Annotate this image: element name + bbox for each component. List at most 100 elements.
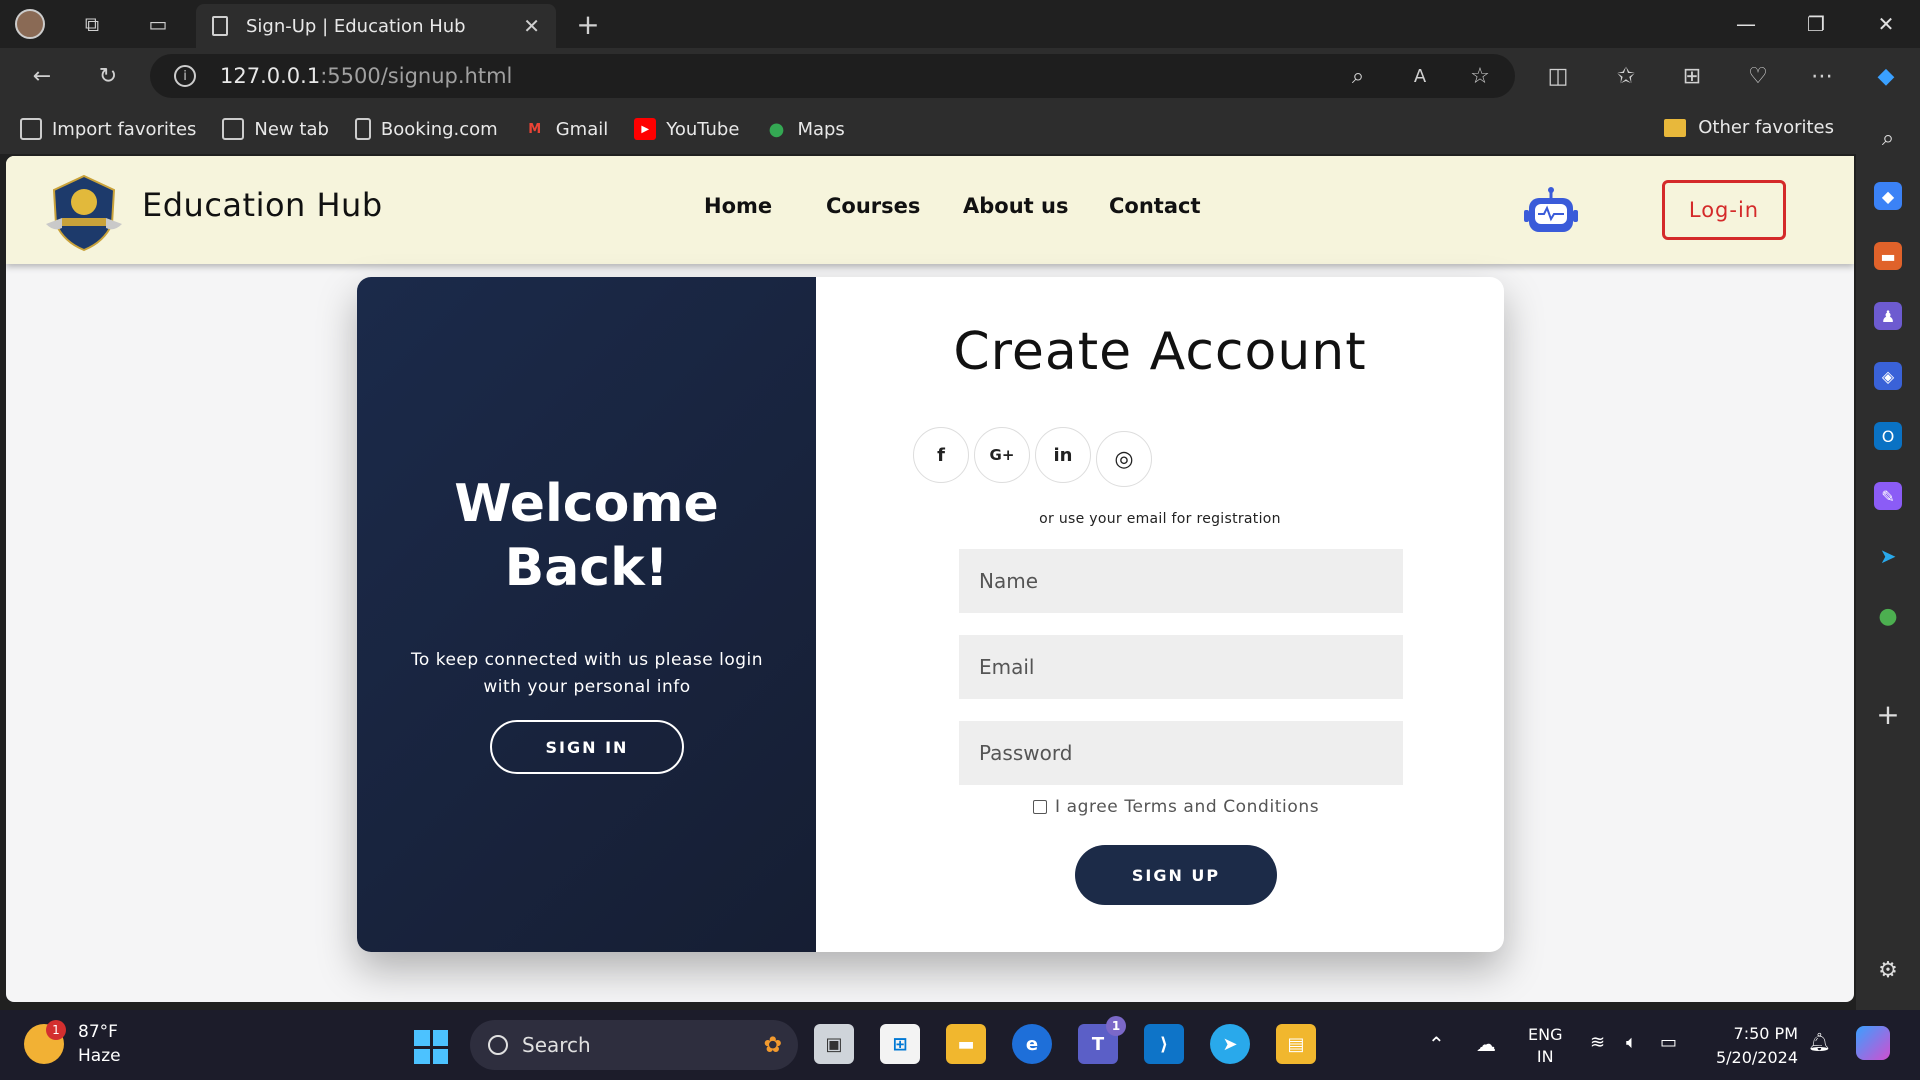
fav-booking[interactable]: Booking.com [354, 118, 498, 140]
sign-in-button[interactable]: SIGN IN [490, 720, 684, 774]
search-icon[interactable]: ⌕ [1874, 124, 1902, 152]
google-plus-icon[interactable]: G+ [974, 427, 1030, 483]
terms-checkbox[interactable] [1033, 800, 1047, 814]
notifications-icon[interactable]: 🔔︎ [1808, 1032, 1831, 1053]
url-host: 127.0.0.1 [220, 64, 321, 88]
store-icon[interactable]: ⊞ [880, 1024, 920, 1064]
tab-actions-icon[interactable]: ▭ [142, 8, 174, 40]
instagram-icon[interactable]: ◎ [1096, 431, 1152, 487]
weather-widget[interactable]: 1 87°F Haze [24, 1020, 121, 1068]
fav-label: YouTube [666, 118, 740, 140]
back-icon[interactable]: ← [26, 60, 58, 92]
name-field[interactable]: Name [959, 549, 1403, 613]
taskbar-search[interactable]: Search ✿ [470, 1020, 798, 1070]
zoom-icon[interactable]: ⌕ [1342, 60, 1374, 92]
onedrive-icon[interactable]: ☁ [1476, 1032, 1496, 1056]
read-aloud-icon[interactable]: A [1404, 60, 1436, 92]
restore-icon[interactable]: ❐ [1796, 8, 1836, 40]
chatbot-icon[interactable] [1524, 186, 1578, 236]
windows-taskbar: 1 87°F Haze Search ✿ ▣ ⊞ ▬ e T 1 ⟩ ➤ ▤ ⌃… [0, 1010, 1920, 1080]
refresh-icon[interactable]: ↻ [92, 60, 124, 92]
fav-gmail[interactable]: M Gmail [524, 118, 608, 140]
facebook-icon[interactable]: f [913, 427, 969, 483]
login-button[interactable]: Log-in [1662, 180, 1786, 240]
copilot-sidebar-icon[interactable]: ◈ [1874, 362, 1902, 390]
workspaces-icon[interactable]: ⧉ [76, 8, 108, 40]
games-icon[interactable]: ♟ [1874, 302, 1902, 330]
add-icon[interactable]: + [1874, 698, 1902, 731]
nav-home[interactable]: Home [704, 194, 772, 218]
nav-contact[interactable]: Contact [1109, 194, 1201, 218]
fav-label: Import favorites [52, 118, 197, 140]
edge-icon[interactable]: e [1012, 1024, 1052, 1064]
tab-active[interactable]: Sign-Up | Education Hub ✕ [196, 4, 556, 48]
nav-courses[interactable]: Courses [826, 194, 920, 218]
signup-card: Welcome Back! To keep connected with us … [357, 277, 1504, 952]
file-explorer-icon[interactable]: ▬ [946, 1024, 986, 1064]
new-tab-icon [222, 118, 245, 140]
taskbar-search-label: Search [522, 1033, 591, 1057]
registration-hint: or use your email for registration [1039, 511, 1281, 527]
gmail-icon: M [528, 121, 542, 137]
telegram-icon[interactable]: ➤ [1210, 1024, 1250, 1064]
fav-import[interactable]: Import favorites [20, 118, 196, 140]
clock-date: 5/20/2024 [1715, 1048, 1798, 1067]
tree-icon[interactable]: ● [1874, 602, 1902, 630]
education-hub-logo [46, 174, 122, 252]
outlook-icon[interactable]: O [1874, 422, 1902, 450]
weather-desc: Haze [78, 1046, 121, 1066]
more-icon[interactable]: ⋯ [1806, 60, 1838, 92]
browser-toolbar: ← ↻ i 127.0.0.1:5500/signup.html ⌕ A ☆ ◫… [0, 48, 1920, 104]
shopping-icon[interactable]: ◆ [1874, 182, 1902, 210]
task-view-icon[interactable]: ▣ [814, 1024, 854, 1064]
clock[interactable]: 7:50 PM 5/20/2024 [1712, 1022, 1798, 1070]
volume-icon[interactable]: 🔈︎ [1626, 1032, 1637, 1053]
vscode-icon[interactable]: ⟩ [1144, 1024, 1184, 1064]
email-field[interactable]: Email [959, 635, 1403, 699]
file-manager-icon[interactable]: ▤ [1276, 1024, 1316, 1064]
import-icon [20, 118, 42, 140]
new-tab-icon[interactable]: + [572, 8, 604, 41]
settings-icon[interactable]: ⚙ [1874, 956, 1902, 984]
url-path: :5500/signup.html [320, 64, 513, 88]
close-tab-icon[interactable]: ✕ [523, 14, 540, 38]
collections-icon[interactable]: ⊞ [1676, 60, 1708, 92]
fav-youtube[interactable]: ▶ YouTube [634, 118, 739, 140]
site-info-icon[interactable]: i [174, 65, 196, 87]
telegram-icon[interactable]: ➤ [1874, 542, 1902, 570]
start-button[interactable] [414, 1030, 448, 1064]
profile-avatar[interactable] [14, 8, 46, 40]
welcome-line-1: Welcome [454, 474, 719, 534]
password-field[interactable]: Password [959, 721, 1403, 785]
fav-maps[interactable]: ● Maps [765, 118, 845, 140]
page-icon [354, 118, 371, 140]
nav-about-us[interactable]: About us [963, 194, 1068, 218]
form-title: Create Account [953, 322, 1367, 382]
favorites-icon[interactable]: ✩ [1610, 60, 1642, 92]
sign-up-button[interactable]: SIGN UP [1075, 845, 1277, 905]
close-window-icon[interactable]: ✕ [1866, 8, 1906, 40]
battery-icon[interactable]: ▭ [1660, 1032, 1677, 1053]
tools-icon[interactable]: ▬ [1874, 242, 1902, 270]
weather-icon: 1 [24, 1020, 66, 1064]
copilot-icon[interactable]: ◆ [1870, 60, 1902, 92]
linkedin-icon[interactable]: in [1035, 427, 1091, 483]
wifi-icon[interactable]: ≋ [1590, 1032, 1605, 1053]
teams-icon[interactable]: T 1 [1078, 1016, 1126, 1064]
minimize-icon[interactable]: — [1726, 8, 1766, 40]
fav-label: New tab [254, 118, 329, 140]
fav-label: Maps [797, 118, 845, 140]
tray-overflow-icon[interactable]: ⌃ [1428, 1032, 1445, 1056]
language-indicator[interactable]: ENG IN [1528, 1024, 1562, 1068]
address-bar[interactable]: i 127.0.0.1:5500/signup.html [150, 54, 1515, 98]
browser-tab-bar: ⧉ ▭ Sign-Up | Education Hub ✕ + — ❐ ✕ [0, 0, 1920, 48]
fav-other[interactable]: Other favorites [1664, 117, 1834, 138]
welcome-heading: Welcome Back! [357, 472, 816, 600]
fav-label: Booking.com [380, 118, 498, 140]
designer-icon[interactable]: ✎ [1874, 482, 1902, 510]
favorite-star-icon[interactable]: ☆ [1464, 60, 1496, 92]
health-icon[interactable]: ♡ [1742, 60, 1774, 92]
copilot-taskbar-icon[interactable] [1856, 1026, 1890, 1060]
fav-new-tab[interactable]: New tab [222, 118, 329, 140]
split-screen-icon[interactable]: ◫ [1542, 60, 1574, 92]
